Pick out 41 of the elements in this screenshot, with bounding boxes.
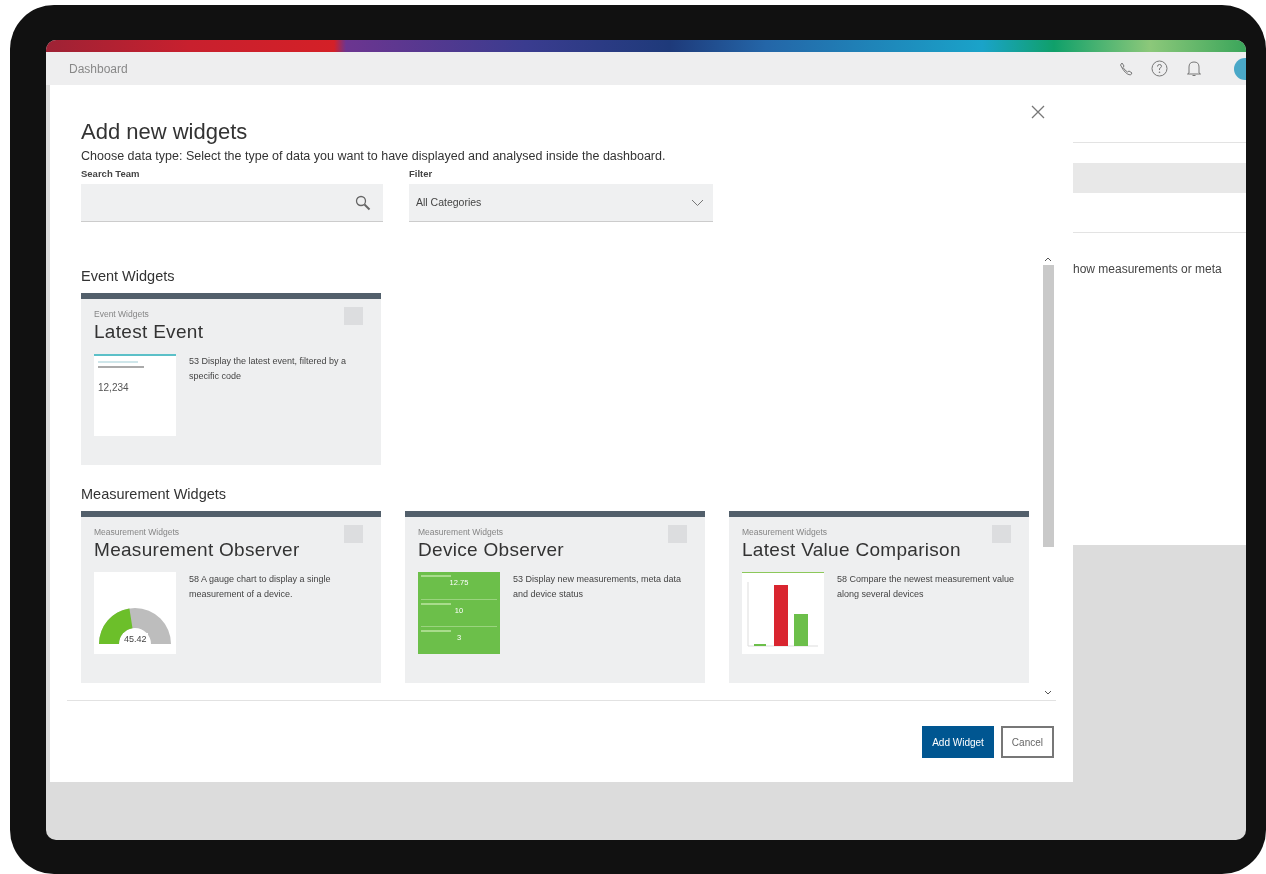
- widget-name: Measurement Observer: [94, 538, 301, 562]
- search-field[interactable]: [81, 184, 383, 222]
- background-text: how measurements or meta: [1073, 261, 1223, 278]
- placeholder-line: [98, 361, 138, 363]
- placeholder-line: [421, 630, 451, 633]
- cancel-button[interactable]: Cancel: [1000, 726, 1054, 758]
- section-title: Event Widgets: [81, 267, 176, 285]
- widget-name: Latest Value Comparison: [742, 538, 962, 562]
- widget-category: Measurement Widgets: [418, 527, 504, 538]
- bell-icon[interactable]: [1186, 60, 1202, 77]
- widget-category: Measurement Widgets: [94, 527, 180, 538]
- widget-description: 53 Display new measurements, meta data and device status: [513, 573, 683, 601]
- placeholder-line: [421, 602, 451, 605]
- widget-description: 58 A gauge chart to display a single measurement of a device.: [189, 573, 332, 601]
- close-icon[interactable]: [1031, 105, 1045, 119]
- placeholder-line: [421, 575, 451, 577]
- scroll-down-icon[interactable]: [1044, 690, 1052, 696]
- section-title: Measurement Widgets: [81, 485, 228, 503]
- widget-name: Device Observer: [418, 538, 565, 562]
- widget-category: Event Widgets: [94, 309, 149, 320]
- filter-dropdown[interactable]: All Categories: [409, 184, 713, 222]
- scroll-up-icon[interactable]: [1044, 256, 1052, 262]
- widget-category: Measurement Widgets: [742, 527, 828, 538]
- chevron-down-icon: [691, 198, 704, 207]
- widget-description: 58 Compare the newest measurement value along several devices: [837, 573, 1016, 601]
- help-icon[interactable]: [1151, 60, 1168, 77]
- preview-value: 12,234: [98, 381, 130, 395]
- widget-name: Latest Event: [94, 320, 205, 344]
- widget-card[interactable]: Event Widgets Latest Event 12,234 53 Display the latest event, filtered by a specific code: [81, 293, 381, 465]
- field-label: Search Team: [81, 168, 141, 180]
- search-icon[interactable]: [355, 194, 371, 211]
- widget-card[interactable]: Measurement Widgets Measurement Observer 45.42 58 A gauge chart to display a single measurement of a device.: [81, 511, 381, 683]
- field-label: Filter: [409, 168, 434, 180]
- widget-card[interactable]: Measurement Widgets Latest Value Comparison 58 Compare the newest measurement value along several devices: [729, 511, 1029, 683]
- modal-subtitle: Choose data type: Select the type of data you want to have displayed and analysed inside the dashboard.: [81, 148, 667, 164]
- widget-description: 53 Display the latest event, filtered by a specific code: [189, 355, 348, 383]
- placeholder-line: [98, 366, 144, 368]
- phone-icon[interactable]: [1119, 61, 1133, 76]
- modal-title: Add new widgets: [81, 119, 249, 145]
- add-widget-button[interactable]: Add Widget: [922, 726, 994, 758]
- header-title: Dashboard: [69, 60, 128, 78]
